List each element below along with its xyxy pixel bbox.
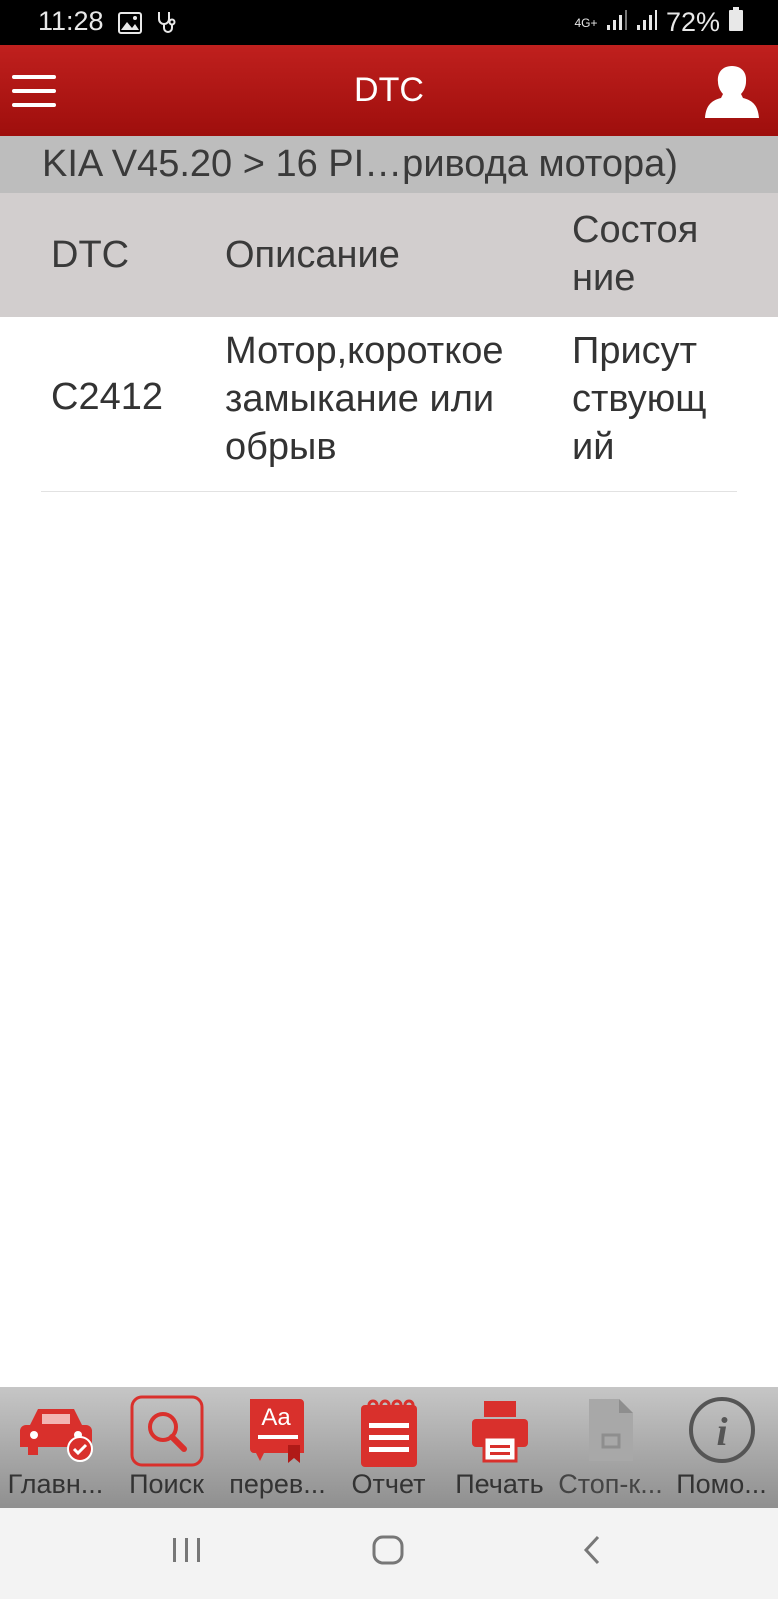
- stethoscope-icon: [156, 10, 178, 41]
- dtc-code: C2412: [51, 376, 163, 418]
- printer-icon: [471, 1401, 528, 1463]
- search-icon: [130, 1395, 203, 1467]
- translate-button[interactable]: Aa перев...: [222, 1387, 333, 1508]
- battery-icon: [728, 6, 744, 39]
- image-icon: [118, 10, 142, 41]
- translate-book-icon: Aa: [249, 1399, 304, 1463]
- svg-text:Aa: Aa: [261, 1404, 291, 1431]
- search-button[interactable]: Поиск: [111, 1387, 222, 1508]
- toolbar-label: Главн...: [7, 1469, 104, 1499]
- print-button[interactable]: Печать: [444, 1387, 555, 1508]
- dtc-description: Мотор,короткое замыкание или обрыв: [225, 330, 504, 468]
- battery-percent: 72%: [665, 7, 720, 37]
- info-icon: i: [688, 1397, 755, 1463]
- network-type: 4G+: [574, 15, 598, 30]
- freeze-frame-button[interactable]: Стоп-к...: [555, 1387, 666, 1508]
- report-notepad-icon: [360, 1399, 417, 1467]
- app-bar: DTC: [0, 45, 778, 136]
- toolbar-label: Стоп-к...: [558, 1469, 663, 1499]
- header-description: Описание: [225, 234, 400, 276]
- car-check-icon: [19, 1409, 93, 1462]
- user-profile-icon[interactable]: [704, 62, 760, 125]
- home-button[interactable]: Главн...: [0, 1387, 111, 1508]
- signal-icon: [636, 7, 658, 38]
- page-title: DTC: [354, 71, 424, 109]
- header-status: Состоя ние: [572, 209, 699, 299]
- document-icon: [588, 1399, 633, 1461]
- toolbar-label: Поиск: [129, 1469, 204, 1499]
- bottom-toolbar: Главн... Поиск Aa перев... Отчет Печать …: [0, 1387, 778, 1508]
- table-row[interactable]: C2412 Мотор,короткое замыкание или обрыв…: [41, 317, 737, 492]
- home-icon[interactable]: [371, 1532, 407, 1573]
- back-icon[interactable]: [578, 1532, 608, 1573]
- help-button[interactable]: i Помо...: [666, 1387, 777, 1508]
- report-button[interactable]: Отчет: [333, 1387, 444, 1508]
- recent-apps-icon[interactable]: [170, 1532, 204, 1573]
- dtc-status: Присут ствующ ий: [572, 330, 707, 468]
- toolbar-label: Отчет: [351, 1469, 426, 1499]
- svg-text:i: i: [716, 1409, 727, 1454]
- signal-icon: [606, 7, 628, 38]
- system-nav-bar: [0, 1508, 778, 1599]
- status-time: 11:28: [38, 6, 104, 36]
- breadcrumb: KIA V45.20 > 16 PI…ривода мотора): [0, 136, 778, 193]
- header-dtc: DTC: [51, 234, 130, 276]
- toolbar-label: Печать: [455, 1469, 544, 1499]
- table-header: DTC Описание Состоя ние: [0, 193, 778, 317]
- toolbar-label: перев...: [229, 1469, 326, 1499]
- toolbar-label: Помо...: [676, 1469, 767, 1499]
- status-bar: 11:28 4G+ 72%: [0, 0, 778, 45]
